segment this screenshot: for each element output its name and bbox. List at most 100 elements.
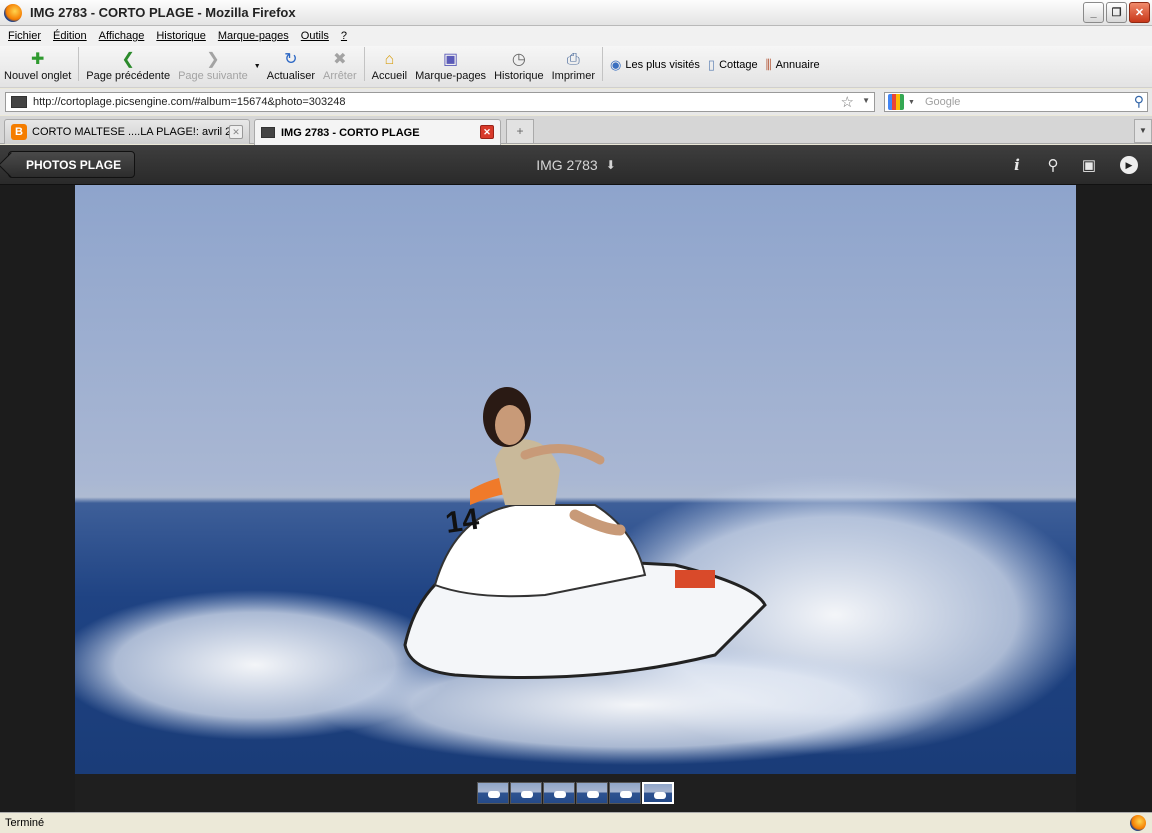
bookmark-label: Cottage [719,59,758,71]
camera-icon[interactable]: ▣ [1078,154,1100,176]
printer-icon: ⎙ [566,51,580,68]
url-dropdown-icon[interactable]: ▼ [862,96,870,105]
tab-list-button[interactable]: ▼ [1134,119,1152,143]
back-label: Page précédente [86,70,171,82]
rider-face [495,405,525,445]
menu-affichage[interactable]: Affichage [93,30,151,42]
firefox-status-icon [1130,815,1146,831]
back-to-album-label: PHOTOS PLAGE [26,157,122,172]
thumbnail[interactable] [543,782,575,804]
play-icon[interactable]: ▶ [1120,156,1138,174]
url-text: http://cortoplage.picsengine.com/#album=… [33,96,346,108]
photo-gallery: IMG 2783 ⬇ PHOTOS PLAGE i ⚲ ▣ ▶ 14 [0,145,1152,812]
info-icon[interactable]: i [1006,154,1028,176]
new-tab-label: Nouvel onglet [4,70,72,82]
stop-icon: ✖ [333,51,347,68]
firefox-logo-icon [4,3,22,22]
history-label: Historique [494,70,544,82]
search-engine-dropdown-icon[interactable]: ▼ [908,99,915,106]
tab-corto-maltese[interactable]: B CORTO MALTESE ....LA PLAGE!: avril 2..… [4,119,250,144]
url-toolbar: http://cortoplage.picsengine.com/#album=… [0,89,1152,115]
back-to-album-button[interactable]: PHOTOS PLAGE [8,151,136,178]
menu-help[interactable]: ? [335,30,353,42]
reload-label: Actualiser [266,70,316,82]
toolbar-separator [601,47,603,81]
bookmark-cottage[interactable]: ▯ Cottage [708,57,758,73]
home-button[interactable]: ⌂ Accueil [372,50,407,83]
bookmark-most-visited[interactable]: ◉ Les plus visités [610,57,700,73]
back-button[interactable]: ❮ Page précédente [86,50,171,83]
forward-button[interactable]: ❯ Page suivante [178,50,248,83]
bookmarks-icon: ▣ [443,51,459,68]
annuaire-icon: ⫼ [765,57,772,72]
bookmarks-label: Marque-pages [415,70,487,82]
bookmark-label: Les plus visités [625,59,700,71]
thumbnail[interactable] [510,782,542,804]
menu-historique[interactable]: Historique [150,30,212,42]
menu-outils[interactable]: Outils [295,30,335,42]
photo-title: IMG 2783 ⬇ [0,145,1152,185]
close-button[interactable]: ✕ [1129,2,1150,23]
back-arrow-icon: ❮ [121,51,135,68]
search-placeholder: Google [924,96,961,108]
gallery-tools: i ⚲ ▣ ▶ [1006,145,1138,185]
search-icon[interactable]: ⚲ [1134,93,1144,110]
site-favicon-icon [261,127,275,138]
minimize-button[interactable]: _ [1083,2,1104,23]
menu-bar: Fichier Édition Affichage Historique Mar… [0,26,1152,46]
tab-close-icon[interactable]: ✕ [229,125,243,139]
forward-arrow-icon: ❯ [206,51,220,68]
status-text: Terminé [5,817,45,829]
clock-icon: ◷ [511,51,526,68]
most-visited-icon: ◉ [609,57,622,72]
map-pin-icon[interactable]: ⚲ [1042,154,1064,176]
forward-label: Page suivante [178,70,248,82]
browser-window: IMG 2783 - CORTO PLAGE - Mozilla Firefox… [0,0,1152,833]
url-bar[interactable]: http://cortoplage.picsengine.com/#album=… [5,92,875,112]
new-tab-button[interactable]: ✚ Nouvel onglet [4,50,72,83]
photo-title-text: IMG 2783 [536,157,598,173]
title-bar: IMG 2783 - CORTO PLAGE - Mozilla Firefox… [0,0,1152,26]
thumbnail[interactable] [477,782,509,804]
print-button[interactable]: ⎙ Imprimer [551,50,595,83]
main-photo[interactable]: 14 [75,185,1076,774]
page-icon: ▯ [707,57,716,72]
new-tab-icon: ✚ [30,51,45,68]
maximize-button[interactable]: ❐ [1106,2,1127,23]
history-button[interactable]: ◷ Historique [494,50,544,83]
reload-icon: ↻ [284,51,298,68]
toolbar-separator [363,47,365,81]
stop-label: Arrêter [323,70,357,82]
tab-img-2783[interactable]: IMG 2783 - CORTO PLAGE ✕ [254,119,501,145]
bookmark-label: Annuaire [775,59,820,71]
reload-button[interactable]: ↻ Actualiser [266,50,316,83]
stop-button[interactable]: ✖ Arrêter [323,50,357,83]
menu-fichier[interactable]: Fichier [2,30,47,42]
print-label: Imprimer [551,70,595,82]
menu-edition[interactable]: Édition [47,30,93,42]
google-icon[interactable] [888,94,904,110]
tab-label: IMG 2783 - CORTO PLAGE [281,126,420,139]
window-title: IMG 2783 - CORTO PLAGE - Mozilla Firefox [30,5,296,20]
thumbnail[interactable] [609,782,641,804]
new-tab-plus-button[interactable]: + [506,119,534,143]
thumbnail-current[interactable] [642,782,674,804]
bookmark-annuaire[interactable]: ⫼ Annuaire [766,57,820,73]
history-dropdown-button[interactable]: ▼ [254,63,261,70]
navigation-toolbar: ✚ Nouvel onglet ❮ Page précédente ❯ Page… [0,46,1152,88]
menu-marque-pages[interactable]: Marque-pages [212,30,295,42]
jetski-number: 14 [443,503,481,540]
chevron-down-icon: ▼ [253,63,261,70]
thumbnail-strip [75,774,1076,812]
blogger-icon: B [11,124,27,140]
jetski-decal [675,570,715,588]
thumbnail[interactable] [576,782,608,804]
home-icon: ⌂ [384,51,395,68]
bookmarks-button[interactable]: ▣ Marque-pages [415,50,487,83]
tab-bar: B CORTO MALTESE ....LA PLAGE!: avril 2..… [0,116,1152,145]
search-bar[interactable]: ▼ Google ⚲ [884,92,1148,112]
star-bookmark-icon[interactable]: ☆ [841,93,854,111]
download-icon[interactable]: ⬇ [606,158,616,172]
tab-close-icon[interactable]: ✕ [480,125,494,139]
status-bar: Terminé [0,812,1152,833]
